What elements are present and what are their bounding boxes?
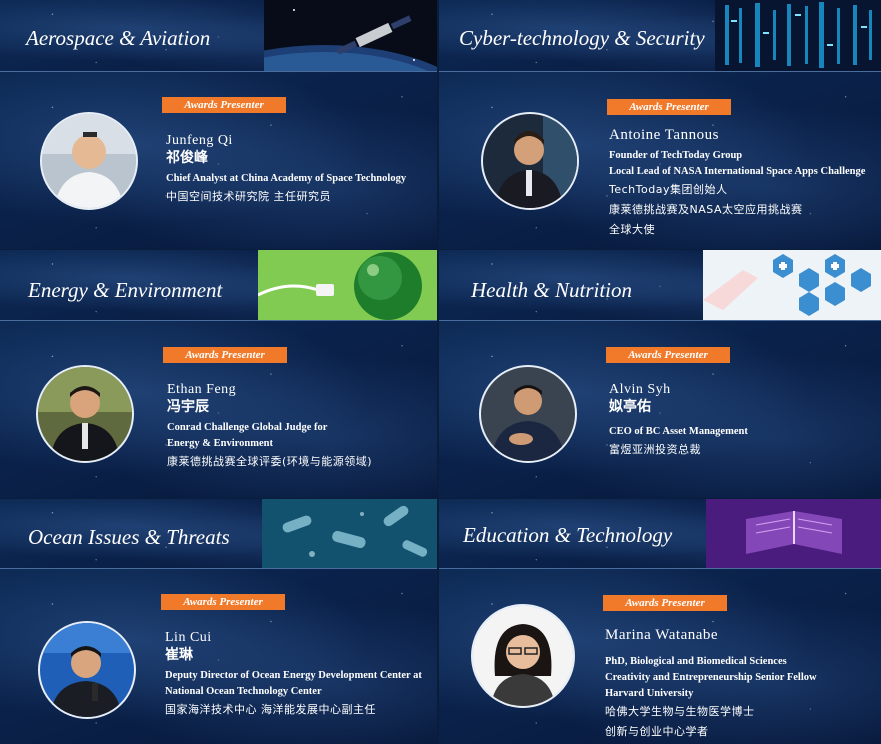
awards-presenter-badge: Awards Presenter (606, 347, 730, 363)
presenter-info: Ethan Feng 冯宇辰 Conrad Challenge Global J… (167, 381, 372, 472)
category-title: Education & Technology (463, 523, 673, 547)
presenter-card-junfeng-qi: Awards Presenter Junfeng Qi 祁俊峰 Chief An… (0, 72, 437, 249)
avatar (38, 621, 136, 719)
presenter-role-cn: 富煜亚洲投资总裁 (609, 443, 701, 456)
presenter-role: Energy & Environment (167, 438, 273, 449)
presenter-card-antoine-tannous: Awards Presenter Antoine Tannous Founder… (439, 72, 881, 249)
category-title: Aerospace & Aviation (26, 26, 211, 50)
presenter-role: National Ocean Technology Center (165, 686, 322, 697)
awards-presenter-badge: Awards Presenter (162, 97, 286, 113)
category-title: Ocean Issues & Threats (28, 525, 230, 549)
presenter-role-cn: TechToday集团创始人 (609, 183, 728, 196)
presenter-info: Lin Cui 崔琳 Deputy Director of Ocean Ener… (165, 629, 422, 720)
presenter-role: CEO of BC Asset Management (609, 426, 748, 437)
presenter-info: Marina Watanabe PhD, Biological and Biom… (605, 627, 817, 742)
presenter-card-ethan-feng: Awards Presenter Ethan Feng 冯宇辰 Conrad C… (0, 321, 437, 498)
presenter-name-cn: 崔琳 (165, 647, 193, 663)
glowing-book-image (706, 499, 881, 568)
presenter-card-alvin-syh: Awards Presenter Alvin Syh 姒亭佑 CEO of BC… (439, 321, 881, 498)
category-header-health: Health & Nutrition (439, 250, 881, 321)
avatar (479, 365, 577, 463)
ocean-plastic-bottles-image (262, 499, 437, 568)
presenter-name: Marina Watanabe (605, 627, 719, 643)
category-header-education: Education & Technology (439, 499, 881, 569)
presenter-info: Antoine Tannous Founder of TechToday Gro… (609, 127, 865, 240)
category-header-cyber: Cyber-technology & Security (439, 0, 881, 72)
presenter-role: Conrad Challenge Global Judge for (167, 422, 328, 433)
presenter-name-cn: 姒亭佑 (609, 399, 651, 415)
awards-presenter-badge: Awards Presenter (163, 347, 287, 363)
category-header-aerospace: Aerospace & Aviation (0, 0, 437, 72)
presenter-role-cn: 康莱德挑战赛全球评委(环境与能源领域) (167, 455, 373, 468)
awards-presenter-badge: Awards Presenter (161, 594, 285, 610)
category-title: Energy & Environment (28, 278, 223, 302)
presenter-card-marina-watanabe: Awards Presenter Marina Watanabe PhD, Bi… (439, 569, 881, 744)
presenter-role: Chief Analyst at China Academy of Space … (166, 173, 407, 184)
avatar (471, 604, 575, 708)
presenter-role: Creativity and Entrepreneurship Senior F… (605, 672, 817, 683)
category-title: Cyber-technology & Security (459, 26, 705, 50)
category-header-ocean: Ocean Issues & Threats (0, 499, 437, 569)
avatar (36, 365, 134, 463)
presenter-role: Harvard University (605, 688, 694, 699)
avatar (40, 112, 138, 210)
presenter-role: PhD, Biological and Biomedical Sciences (605, 656, 787, 667)
presenter-name: Junfeng Qi (166, 133, 233, 148)
server-rack-image (715, 0, 881, 71)
category-title: Health & Nutrition (471, 278, 633, 302)
presenter-role-cn: 创新与创业中心学者 (605, 725, 709, 738)
satellite-over-earth-image (264, 0, 437, 71)
presenter-role: Founder of TechToday Group (609, 150, 743, 161)
presenter-role-cn: 哈佛大学生物与生物医学博士 (605, 705, 755, 718)
presenter-role-cn: 中国空间技术研究院 主任研究员 (166, 190, 331, 203)
category-header-energy: Energy & Environment (0, 250, 437, 321)
presenter-role-cn: 全球大使 (609, 223, 655, 236)
presenter-card-lin-cui: Awards Presenter Lin Cui 崔琳 Deputy Direc… (0, 569, 437, 744)
presenter-name: Ethan Feng (167, 382, 237, 397)
presenter-name: Alvin Syh (609, 382, 671, 397)
presenter-info: Junfeng Qi 祁俊峰 Chief Analyst at China Ac… (166, 132, 406, 207)
presenter-info: Alvin Syh 姒亭佑 CEO of BC Asset Management… (609, 381, 748, 460)
presenter-name: Lin Cui (165, 630, 212, 645)
awards-presenter-badge: Awards Presenter (607, 99, 731, 115)
presenter-name: Antoine Tannous (609, 127, 719, 143)
presenter-role-cn: 康莱德挑战赛及NASA太空应用挑战赛 (609, 203, 803, 216)
presenter-role-cn: 国家海洋技术中心 海洋能发展中心副主任 (165, 703, 376, 716)
presenter-role: Local Lead of NASA International Space A… (609, 166, 866, 177)
presenter-name-cn: 冯宇辰 (167, 399, 209, 415)
presenter-name-cn: 祁俊峰 (166, 150, 208, 166)
avatar (481, 112, 579, 210)
green-earth-plug-image (258, 250, 437, 320)
awards-presenter-badge: Awards Presenter (603, 595, 727, 611)
medical-icons-image (703, 250, 881, 320)
presenter-role: Deputy Director of Ocean Energy Developm… (165, 670, 422, 681)
